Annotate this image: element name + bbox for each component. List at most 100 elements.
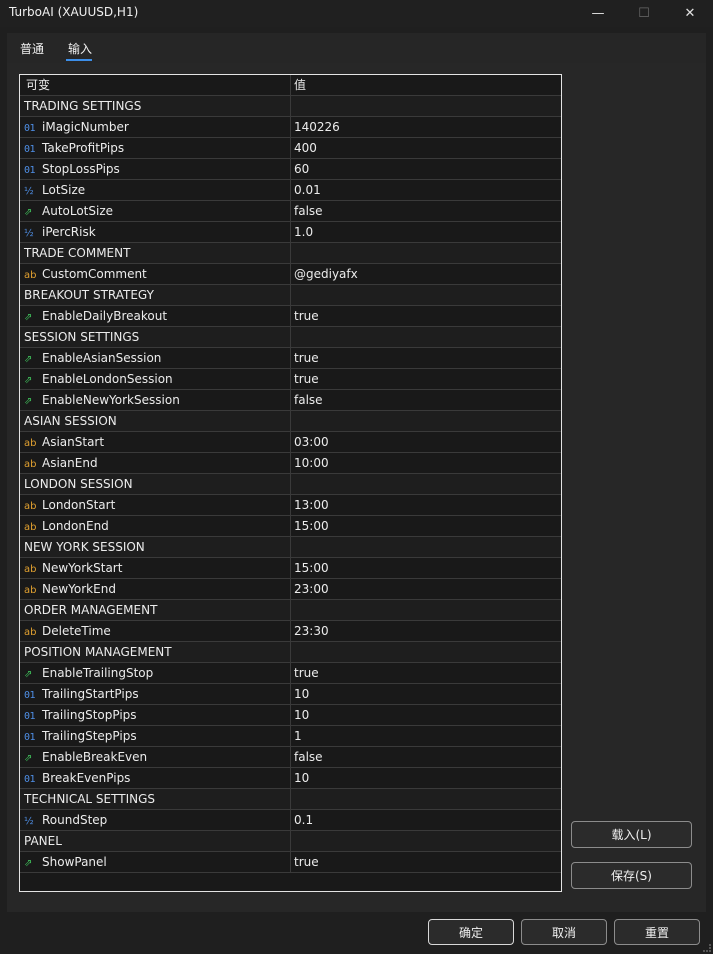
reset-button[interactable]: 重置 — [614, 919, 700, 945]
parameter-row[interactable]: ½ LotSize 0.01 — [20, 180, 561, 201]
parameter-row[interactable]: ab LondonEnd 15:00 — [20, 516, 561, 537]
parameter-name: ab NewYorkStart — [24, 558, 290, 578]
parameter-value[interactable]: 23:00 — [294, 579, 560, 599]
parameter-label: LotSize — [42, 183, 86, 197]
parameter-row[interactable]: 01 TakeProfitPips 400 — [20, 138, 561, 159]
parameter-value[interactable]: 0.1 — [294, 810, 560, 830]
column-divider — [290, 264, 291, 285]
integer-type-icon: 01 — [24, 732, 36, 743]
parameter-value[interactable]: 03:00 — [294, 432, 560, 452]
parameter-row[interactable]: 01 StopLossPips 60 — [20, 159, 561, 180]
parameter-row[interactable]: ab LondonStart 13:00 — [20, 495, 561, 516]
section-row: LONDON SESSION — [20, 474, 561, 495]
column-divider — [290, 516, 291, 537]
parameter-row[interactable]: ⇗ AutoLotSize false — [20, 201, 561, 222]
section-label: PANEL — [24, 834, 62, 848]
parameter-value[interactable]: true — [294, 369, 560, 389]
column-divider — [290, 600, 291, 621]
parameter-value[interactable]: 10:00 — [294, 453, 560, 473]
parameter-row[interactable]: ⇗ EnableLondonSession true — [20, 369, 561, 390]
ok-button[interactable]: 确定 — [428, 919, 514, 945]
parameter-value[interactable]: 10 — [294, 705, 560, 725]
parameter-value[interactable]: 23:30 — [294, 621, 560, 641]
parameter-row[interactable]: ⇗ EnableNewYorkSession false — [20, 390, 561, 411]
parameter-value[interactable]: 60 — [294, 159, 560, 179]
column-divider — [290, 243, 291, 264]
parameter-row[interactable]: ab NewYorkEnd 23:00 — [20, 579, 561, 600]
parameter-value[interactable]: 1 — [294, 726, 560, 746]
maximize-button[interactable]: ☐ — [621, 0, 667, 27]
column-divider — [290, 411, 291, 432]
parameter-label: TrailingStepPips — [42, 729, 137, 743]
active-tab-indicator — [66, 59, 92, 61]
parameter-value[interactable]: 1.0 — [294, 222, 560, 242]
parameter-value[interactable]: false — [294, 390, 560, 410]
parameter-value[interactable]: 15:00 — [294, 516, 560, 536]
parameter-value[interactable]: 10 — [294, 768, 560, 788]
parameter-label: AsianEnd — [42, 456, 98, 470]
parameter-label: EnableBreakEven — [42, 750, 148, 764]
section-label: NEW YORK SESSION — [24, 540, 145, 554]
save-button[interactable]: 保存(S) — [571, 862, 692, 889]
column-divider — [290, 726, 291, 747]
parameter-row[interactable]: ⇗ EnableAsianSession true — [20, 348, 561, 369]
parameter-value[interactable]: 13:00 — [294, 495, 560, 515]
section-title: SESSION SETTINGS — [24, 327, 290, 347]
section-label: SESSION SETTINGS — [24, 330, 140, 344]
parameter-value[interactable]: true — [294, 348, 560, 368]
parameter-value[interactable]: 10 — [294, 684, 560, 704]
column-divider — [290, 621, 291, 642]
tab-inputs[interactable]: 输入 — [68, 40, 92, 57]
column-divider — [290, 663, 291, 684]
tab-common[interactable]: 普通 — [20, 40, 44, 57]
parameter-value[interactable]: @gediyafx — [294, 264, 560, 284]
parameter-value[interactable]: true — [294, 852, 560, 872]
resize-grip[interactable] — [703, 944, 711, 952]
boolean-type-icon: ⇗ — [24, 207, 33, 218]
empty-value-cell — [294, 600, 560, 620]
column-divider — [290, 138, 291, 159]
parameter-name: ⇗ EnableLondonSession — [24, 369, 290, 389]
parameter-value[interactable]: true — [294, 663, 560, 683]
column-header-value[interactable]: 值 — [294, 75, 560, 95]
section-label: ORDER MANAGEMENT — [24, 603, 158, 617]
parameter-value[interactable]: 15:00 — [294, 558, 560, 578]
parameter-value[interactable]: false — [294, 201, 560, 221]
load-button[interactable]: 载入(L) — [571, 821, 692, 848]
parameter-row[interactable]: ½ iPercRisk 1.0 — [20, 222, 561, 243]
parameter-row[interactable]: ab DeleteTime 23:30 — [20, 621, 561, 642]
column-header-variable[interactable]: 可变 — [24, 75, 290, 95]
parameter-row[interactable]: 01 TrailingStepPips 1 — [20, 726, 561, 747]
parameter-name: ⇗ EnableTrailingStop — [24, 663, 290, 683]
parameter-name: ½ iPercRisk — [24, 222, 290, 242]
parameter-value[interactable]: false — [294, 747, 560, 767]
parameter-row[interactable]: ab AsianEnd 10:00 — [20, 453, 561, 474]
minimize-button[interactable]: — — [575, 0, 621, 27]
parameter-row[interactable]: ⇗ EnableBreakEven false — [20, 747, 561, 768]
parameter-value[interactable]: 0.01 — [294, 180, 560, 200]
parameter-row[interactable]: ⇗ EnableDailyBreakout true — [20, 306, 561, 327]
boolean-type-icon: ⇗ — [24, 396, 33, 407]
parameter-row[interactable]: ⇗ EnableTrailingStop true — [20, 663, 561, 684]
parameter-name: 01 iMagicNumber — [24, 117, 290, 137]
parameter-value[interactable]: true — [294, 306, 560, 326]
column-divider — [290, 327, 291, 348]
column-divider[interactable] — [290, 75, 291, 96]
parameter-row[interactable]: 01 BreakEvenPips 10 — [20, 768, 561, 789]
parameter-row[interactable]: 01 iMagicNumber 140226 — [20, 117, 561, 138]
parameter-row[interactable]: ab NewYorkStart 15:00 — [20, 558, 561, 579]
empty-value-cell — [294, 474, 560, 494]
parameter-row[interactable]: ½ RoundStep 0.1 — [20, 810, 561, 831]
close-button[interactable]: ✕ — [667, 0, 713, 27]
parameter-row[interactable]: ab AsianStart 03:00 — [20, 432, 561, 453]
integer-type-icon: 01 — [24, 123, 36, 134]
cancel-button[interactable]: 取消 — [521, 919, 607, 945]
parameter-value[interactable]: 140226 — [294, 117, 560, 137]
parameter-value[interactable]: 400 — [294, 138, 560, 158]
column-divider — [290, 705, 291, 726]
parameter-row[interactable]: 01 TrailingStopPips 10 — [20, 705, 561, 726]
parameter-row[interactable]: ⇗ ShowPanel true — [20, 852, 561, 873]
string-type-icon: ab — [24, 564, 37, 575]
parameter-row[interactable]: 01 TrailingStartPips 10 — [20, 684, 561, 705]
parameter-row[interactable]: ab CustomComment @gediyafx — [20, 264, 561, 285]
